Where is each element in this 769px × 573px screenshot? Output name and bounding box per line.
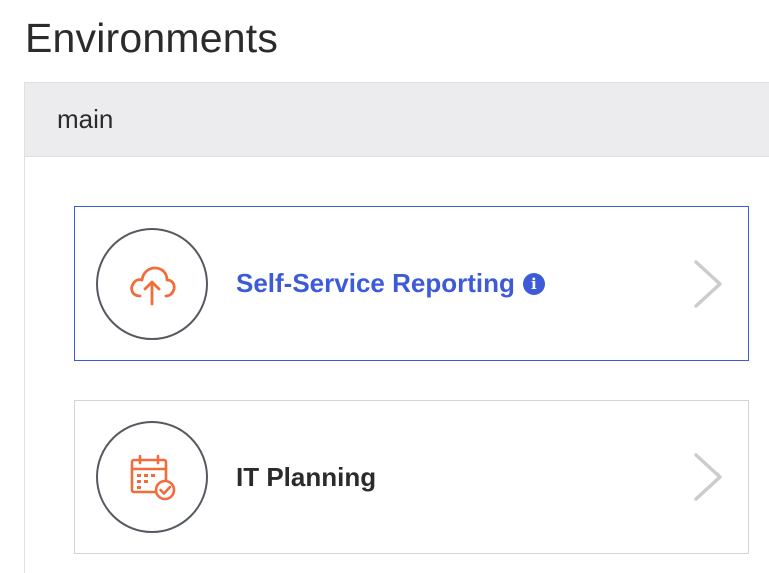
cloud-upload-icon [130, 266, 176, 305]
calendar-check-icon-circle [96, 421, 208, 533]
environment-name: Self-Service Reporting [236, 268, 515, 298]
panel-header-label: main [57, 104, 114, 134]
calendar-check-icon [130, 454, 176, 501]
info-icon[interactable]: i [522, 272, 545, 295]
page-title: Environments [25, 15, 279, 61]
environment-name: IT Planning [236, 461, 377, 492]
chevron-right-icon [694, 453, 722, 501]
cloud-upload-icon-circle [96, 227, 208, 340]
page: Environments main Self-Service Reporting… [0, 0, 769, 573]
chevron-right-icon [694, 259, 722, 308]
environment-card-it-planning[interactable]: IT Planning [74, 400, 749, 554]
environment-label: Self-Service Reporting i [236, 268, 545, 299]
panel-header: main [25, 83, 769, 157]
environment-label: IT Planning [236, 462, 376, 493]
environment-card-self-service-reporting[interactable]: Self-Service Reporting i [74, 206, 749, 361]
